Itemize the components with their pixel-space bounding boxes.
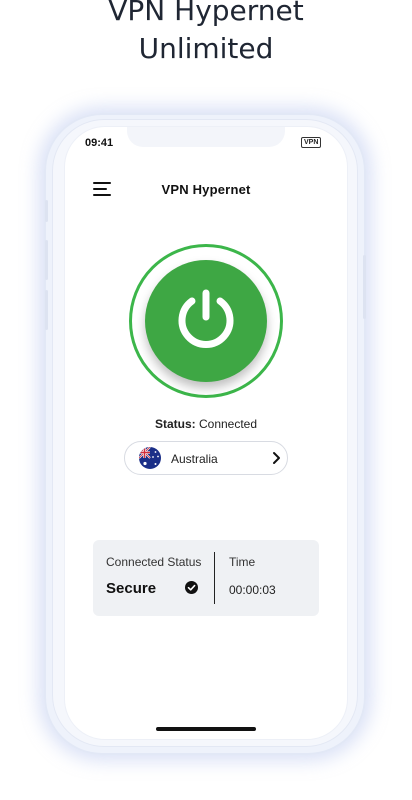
- connected-status-label: Connected Status: [106, 555, 202, 569]
- time-label: Time: [229, 555, 256, 569]
- country-name: Australia: [171, 452, 218, 466]
- headline-line-1: VPN Hypernet: [108, 0, 304, 27]
- connection-info-card: Connected Status Secure Time 00:00:03: [93, 540, 319, 616]
- status-label: Status:: [154, 417, 196, 431]
- chevron-right-icon: [273, 452, 280, 464]
- power-icon: [178, 289, 234, 348]
- australia-flag-icon: [139, 447, 161, 469]
- time-value: 00:00:03: [229, 583, 276, 597]
- connection-status: Status: Connected: [65, 417, 347, 431]
- power-button[interactable]: [145, 260, 267, 382]
- phone-side-button: [45, 240, 48, 280]
- status-bar-time: 09:41: [85, 137, 114, 149]
- status-value: Connected: [198, 417, 258, 431]
- app-title: VPN Hypernet: [161, 182, 251, 197]
- phone-screen: 09:41 VPN VPN Hypernet Status: Connected: [65, 127, 347, 739]
- phone-side-button: [363, 255, 366, 319]
- card-divider: [214, 552, 215, 604]
- vpn-status-badge: VPN: [301, 137, 322, 148]
- home-indicator: [156, 727, 256, 731]
- check-circle-icon: [185, 581, 198, 594]
- headline-line-2: Unlimited: [138, 32, 274, 65]
- connected-status-value: Secure: [106, 580, 157, 597]
- country-selector[interactable]: Australia: [124, 441, 288, 475]
- phone-notch: [127, 127, 285, 147]
- phone-side-button: [45, 200, 48, 222]
- phone-side-button: [45, 290, 48, 330]
